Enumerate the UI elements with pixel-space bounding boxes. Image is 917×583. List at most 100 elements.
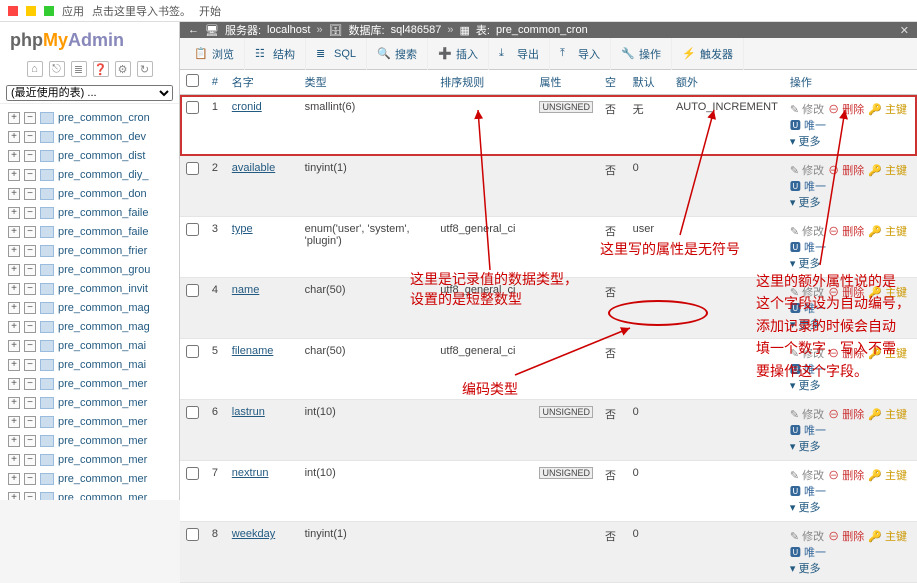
delete-button[interactable]: ⊖ 删除 [828,162,864,178]
sql-icon[interactable]: ≣ [71,61,87,77]
tree-item[interactable]: +−pre_common_cron [0,108,179,127]
unique-button[interactable]: 🆄 唯一 [790,361,826,377]
more-button[interactable]: ▾ 更多 [790,194,821,210]
delete-button[interactable]: ⊖ 删除 [828,467,864,483]
more-button[interactable]: ▾ 更多 [790,316,821,332]
expand-icon[interactable]: + [8,112,20,124]
expand-icon[interactable]: + [8,188,20,200]
unique-button[interactable]: 🆄 唯一 [790,239,826,255]
col-extra[interactable]: 额外 [670,70,784,95]
col-num[interactable]: # [206,70,226,95]
tab-SQL[interactable]: ≣SQL [306,38,367,70]
select-all-checkbox[interactable] [186,74,199,87]
collapse-icon[interactable]: − [24,169,36,181]
edit-button[interactable]: ✎ 修改 [790,345,824,361]
collapse-icon[interactable]: − [24,245,36,257]
unique-button[interactable]: 🆄 唯一 [790,483,826,499]
expand-icon[interactable]: + [8,169,20,181]
expand-icon[interactable]: + [8,492,20,501]
tab-操作[interactable]: 🔧操作 [611,38,672,70]
refresh-icon[interactable]: ↻ [137,61,153,77]
row-checkbox[interactable] [186,528,199,541]
home-icon[interactable]: ⌂ [27,61,43,77]
collapse-icon[interactable]: − [24,226,36,238]
tree-item[interactable]: +−pre_common_dist [0,146,179,165]
server-name[interactable]: localhost [267,24,310,36]
collapse-icon[interactable]: − [24,397,36,409]
unique-button[interactable]: 🆄 唯一 [790,300,826,316]
delete-button[interactable]: ⊖ 删除 [828,101,864,117]
expand-icon[interactable]: + [8,226,20,238]
expand-icon[interactable]: + [8,454,20,466]
collapse-icon[interactable]: − [24,302,36,314]
delete-button[interactable]: ⊖ 删除 [828,223,864,239]
col-ops[interactable]: 操作 [784,70,917,95]
arrow-icon[interactable]: ← [188,24,199,36]
tree-item[interactable]: +−pre_common_grou [0,260,179,279]
expand-icon[interactable]: + [8,245,20,257]
col-null[interactable]: 空 [599,70,627,95]
column-name[interactable]: weekday [232,528,275,540]
primary-key-button[interactable]: 🔑 主键 [868,467,907,483]
tree-item[interactable]: +−pre_common_mer [0,488,179,500]
tab-搜索[interactable]: 🔍搜索 [367,38,428,70]
tree-item[interactable]: +−pre_common_faile [0,222,179,241]
expand-icon[interactable]: + [8,473,20,485]
column-name[interactable]: filename [232,345,274,357]
edit-button[interactable]: ✎ 修改 [790,101,824,117]
col-collation[interactable]: 排序规则 [434,70,533,95]
expand-icon[interactable]: + [8,435,20,447]
tree-item[interactable]: +−pre_common_diy_ [0,165,179,184]
tree-item[interactable]: +−pre_common_mer [0,393,179,412]
unique-button[interactable]: 🆄 唯一 [790,544,826,560]
primary-key-button[interactable]: 🔑 主键 [868,284,907,300]
column-name[interactable]: available [232,162,275,174]
tab-触发器[interactable]: ⚡触发器 [672,38,744,70]
edit-button[interactable]: ✎ 修改 [790,467,824,483]
tab-结构[interactable]: ☷结构 [245,38,306,70]
tree-item[interactable]: +−pre_common_invit [0,279,179,298]
tree-item[interactable]: +−pre_common_mer [0,450,179,469]
edit-button[interactable]: ✎ 修改 [790,528,824,544]
more-button[interactable]: ▾ 更多 [790,560,821,576]
collapse-icon[interactable]: − [24,283,36,295]
col-type[interactable]: 类型 [299,70,435,95]
more-button[interactable]: ▾ 更多 [790,499,821,515]
col-attr[interactable]: 属性 [533,70,599,95]
expand-icon[interactable]: + [8,378,20,390]
collapse-icon[interactable]: − [24,264,36,276]
tree-item[interactable]: +−pre_common_dev [0,127,179,146]
collapse-icon[interactable]: − [24,359,36,371]
collapse-icon[interactable]: − [24,131,36,143]
more-button[interactable]: ▾ 更多 [790,255,821,271]
tree-item[interactable]: +−pre_common_mer [0,374,179,393]
row-checkbox[interactable] [186,284,199,297]
col-name[interactable]: 名字 [226,70,299,95]
bookmark-hint[interactable]: 点击这里导入书签。 [92,3,191,19]
expand-icon[interactable]: + [8,340,20,352]
more-button[interactable]: ▾ 更多 [790,438,821,454]
primary-key-button[interactable]: 🔑 主键 [868,223,907,239]
collapse-icon[interactable]: − [24,454,36,466]
expand-icon[interactable]: + [8,397,20,409]
recent-tables-select[interactable]: (最近使用的表) ... [6,85,173,101]
tab-插入[interactable]: ➕插入 [428,38,489,70]
column-name[interactable]: name [232,284,260,296]
expand-icon[interactable]: + [8,359,20,371]
tree-item[interactable]: +−pre_common_frier [0,241,179,260]
row-checkbox[interactable] [186,345,199,358]
tab-导入[interactable]: ⤒导入 [550,38,611,70]
delete-button[interactable]: ⊖ 删除 [828,345,864,361]
collapse-icon[interactable]: − [24,112,36,124]
edit-button[interactable]: ✎ 修改 [790,162,824,178]
more-button[interactable]: ▾ 更多 [790,377,821,393]
more-button[interactable]: ▾ 更多 [790,133,821,149]
row-checkbox[interactable] [186,101,199,114]
primary-key-button[interactable]: 🔑 主键 [868,345,907,361]
tree-item[interactable]: +−pre_common_mag [0,298,179,317]
tree-item[interactable]: +−pre_common_mer [0,431,179,450]
delete-button[interactable]: ⊖ 删除 [828,284,864,300]
primary-key-button[interactable]: 🔑 主键 [868,528,907,544]
db-name[interactable]: sql486587 [391,24,442,36]
tab-浏览[interactable]: 📋浏览 [184,38,245,70]
